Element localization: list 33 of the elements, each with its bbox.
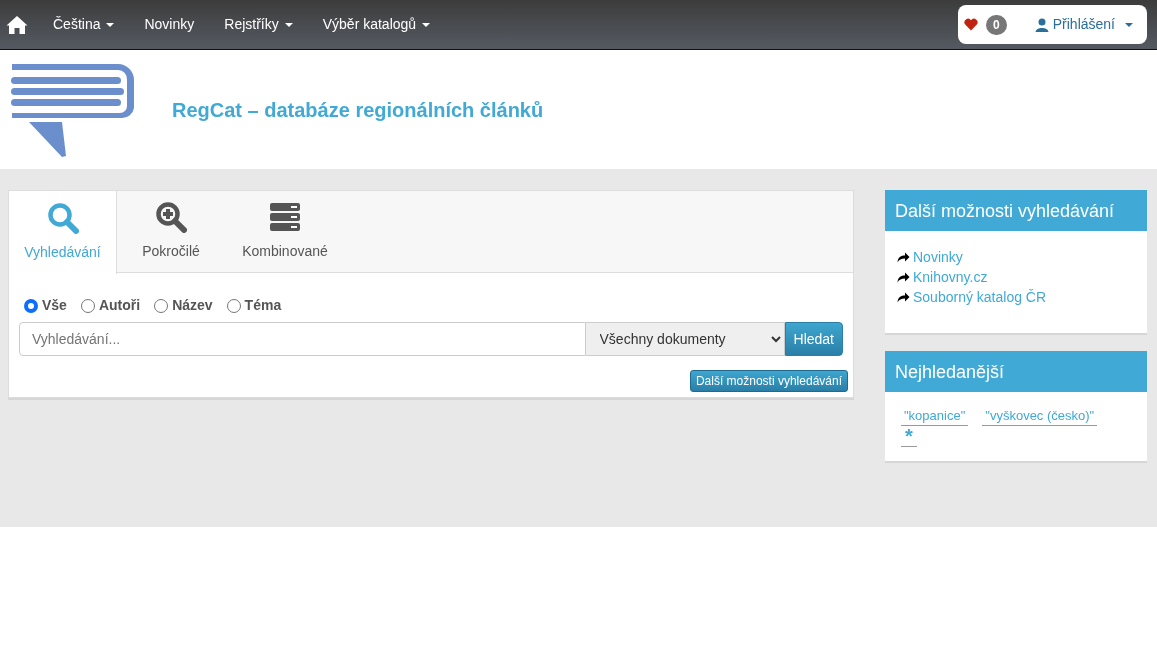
user-icon <box>1034 17 1049 32</box>
radio-button[interactable] <box>80 298 95 313</box>
radio-button[interactable] <box>154 298 169 313</box>
server-icon <box>269 201 301 233</box>
search-tab[interactable]: Pokročilé <box>117 191 225 272</box>
radio-label[interactable]: Téma <box>244 295 282 316</box>
login-menu[interactable]: Přihlášení <box>1034 14 1133 35</box>
site-title: RegCat – databáze regionálních článků <box>172 97 544 123</box>
search-icon <box>46 202 79 234</box>
caret-icon <box>1125 22 1133 27</box>
nav-menu-item[interactable]: Výběr katalogů <box>307 14 446 35</box>
home-icon[interactable] <box>6 14 28 35</box>
share-arrow-icon <box>897 271 910 283</box>
share-arrow-icon <box>897 291 910 303</box>
zoom-in-icon <box>155 201 187 233</box>
panel-header: Další možnosti vyhledávání <box>885 190 1147 231</box>
heart-icon[interactable] <box>964 18 979 31</box>
search-field[interactable]: Vyhledávání... <box>19 322 586 356</box>
panel-header: Nejhledanější <box>885 351 1147 392</box>
radio-button[interactable] <box>226 298 241 313</box>
search-tab[interactable]: Kombinované <box>225 191 345 272</box>
nav-menu-item[interactable]: Novinky <box>129 14 210 35</box>
radio-label[interactable]: Název <box>172 295 213 316</box>
document-type-select[interactable]: Všechny dokumenty <box>585 322 785 356</box>
share-arrow-icon <box>897 251 910 263</box>
radio-label[interactable]: Autoři <box>98 295 141 316</box>
nav-menu-item[interactable]: Rejstříky <box>209 14 308 35</box>
nav-menu-item[interactable]: Čeština <box>38 14 130 35</box>
more-options-button[interactable]: Další možnosti vyhledávání <box>689 370 848 392</box>
radio-label[interactable]: Vše <box>42 295 67 316</box>
search-button[interactable]: Hledat <box>784 322 843 356</box>
radio-button[interactable] <box>24 298 38 313</box>
favorites-count: 0 <box>986 14 1007 35</box>
